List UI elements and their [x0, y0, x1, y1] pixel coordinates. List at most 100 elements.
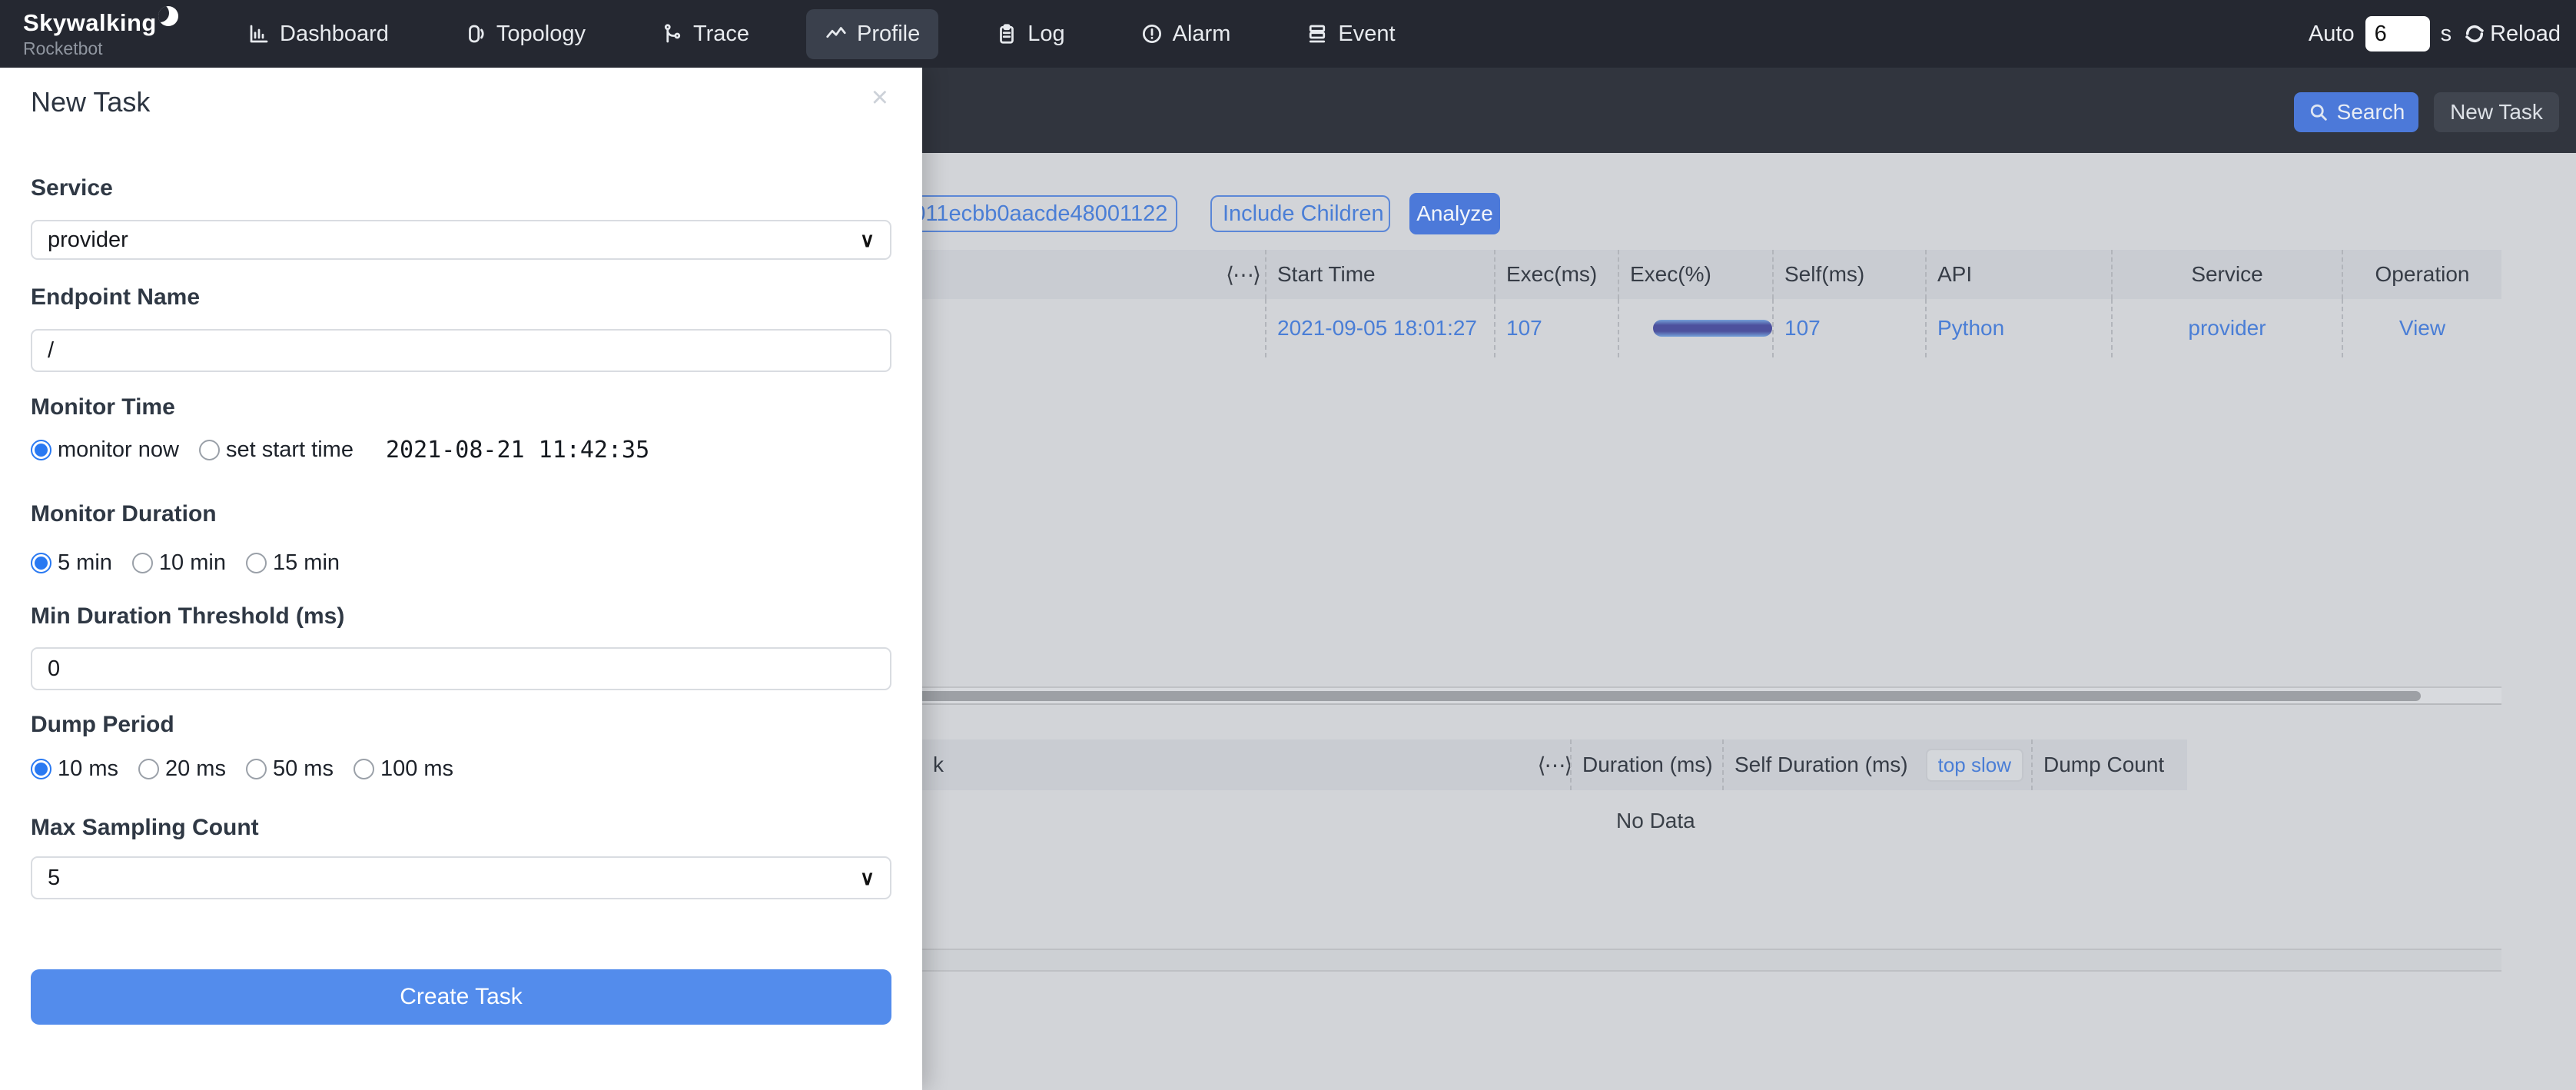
- min-threshold-label: Min Duration Threshold (ms): [31, 603, 344, 630]
- monitor-duration-label: Monitor Duration: [31, 501, 217, 527]
- max-sampling-value: 5: [48, 866, 60, 891]
- auto-label: Auto: [2309, 22, 2355, 47]
- radio-20-ms[interactable]: 20 ms: [138, 756, 226, 782]
- radio-label: 20 ms: [165, 756, 226, 782]
- analyze-button[interactable]: Analyze: [1409, 193, 1500, 234]
- view-link[interactable]: View: [2342, 299, 2501, 357]
- service-value: provider: [48, 228, 128, 253]
- brand-subtitle: Rocketbot: [23, 38, 207, 59]
- log-icon: [995, 22, 1018, 45]
- radio-15-min[interactable]: 15 min: [246, 550, 340, 576]
- radio-5-min[interactable]: 5 min: [31, 550, 112, 576]
- monitor-time-label: Monitor Time: [31, 394, 175, 420]
- cell-service: provider: [2111, 299, 2342, 357]
- max-sampling-label: Max Sampling Count: [31, 815, 259, 841]
- create-task-button[interactable]: Create Task: [31, 969, 891, 1025]
- nav-label: Profile: [857, 22, 920, 47]
- radio-label: 15 min: [273, 550, 340, 576]
- logo-crescent-icon: [158, 6, 178, 26]
- column-expand-toggle[interactable]: ⟨⋯⟩: [1539, 739, 1570, 790]
- radio-50-ms[interactable]: 50 ms: [246, 756, 334, 782]
- cell-exec-pct: [1618, 299, 1772, 357]
- new-task-button[interactable]: New Task: [2434, 92, 2559, 132]
- nav-item-log[interactable]: Log: [977, 9, 1083, 59]
- reload-button[interactable]: Reload: [2462, 22, 2561, 47]
- nav-item-trace[interactable]: Trace: [642, 9, 768, 59]
- radio-unselected-icon: [246, 759, 267, 779]
- col-dump-count: Dump Count: [2031, 739, 2187, 790]
- radio-selected-icon: [31, 553, 51, 573]
- start-time-value[interactable]: 2021-08-21 11:42:35: [386, 437, 649, 464]
- auto-interval-input[interactable]: [2365, 16, 2430, 52]
- cell-self-ms: 107: [1772, 299, 1925, 357]
- nav-label: Topology: [496, 22, 586, 47]
- new-task-modal: New Task × Service provider ∨ Endpoint N…: [0, 68, 922, 1090]
- endpoint-input[interactable]: [31, 329, 891, 372]
- top-navbar: Skywalking Rocketbot Dashboard Topology …: [0, 0, 2576, 68]
- search-button[interactable]: Search: [2294, 92, 2418, 132]
- radio-unselected-icon: [199, 440, 220, 460]
- profile-stack-table: k ⟨⋯⟩ Duration (ms) Self Duration (ms) t…: [868, 739, 2187, 852]
- stack-table-hscrollbar[interactable]: [868, 949, 2501, 972]
- segment-table-header: ⟨⋯⟩ Start Time Exec(ms) Exec(%) Self(ms)…: [868, 250, 2501, 299]
- radio-100-ms[interactable]: 100 ms: [354, 756, 453, 782]
- include-children-value: Include Children: [1223, 201, 1384, 227]
- column-expand-toggle[interactable]: ⟨⋯⟩: [1220, 250, 1265, 299]
- nav-item-dashboard[interactable]: Dashboard: [229, 9, 407, 59]
- search-icon: [2308, 101, 2329, 123]
- radio-unselected-icon: [138, 759, 159, 779]
- partial-column-text: k: [933, 753, 944, 777]
- radio-label: 50 ms: [273, 756, 334, 782]
- no-data-text: No Data: [1616, 809, 1695, 833]
- radio-monitor-now[interactable]: monitor now: [31, 437, 179, 463]
- dump-period-label: Dump Period: [31, 712, 174, 738]
- trace-id-value: e3011ecbb0aacde48001122: [888, 201, 1167, 227]
- alarm-icon: [1140, 22, 1164, 45]
- expand-icon: ⟨⋯⟩: [1226, 262, 1260, 287]
- col-start-time: Start Time: [1265, 250, 1494, 299]
- radio-10-min[interactable]: 10 min: [132, 550, 226, 576]
- cell-start-time: 2021-09-05 18:01:27: [1265, 299, 1494, 357]
- radio-unselected-icon: [132, 553, 153, 573]
- top-slow-toggle[interactable]: top slow: [1926, 749, 2023, 782]
- hscrollbar-thumb[interactable]: [868, 691, 2421, 701]
- dashboard-icon: [247, 22, 271, 45]
- modal-title: New Task: [31, 86, 150, 118]
- nav-item-alarm[interactable]: Alarm: [1122, 9, 1250, 59]
- col-operation: Operation: [2342, 250, 2501, 299]
- radio-unselected-icon: [246, 553, 267, 573]
- brand-title: Skywalking: [23, 9, 157, 37]
- max-sampling-select[interactable]: 5 ∨: [31, 856, 891, 899]
- segment-table-hscrollbar: [868, 686, 2501, 705]
- close-icon[interactable]: ×: [871, 83, 888, 112]
- app-logo[interactable]: Skywalking Rocketbot: [23, 9, 207, 59]
- col-exec-pct: Exec(%): [1618, 250, 1772, 299]
- radio-set-start-time[interactable]: set start time: [199, 437, 354, 463]
- nav-label: Dashboard: [280, 22, 389, 47]
- nav-item-event[interactable]: Event: [1287, 9, 1413, 59]
- chevron-down-icon: ∨: [860, 228, 875, 252]
- radio-label: set start time: [226, 437, 354, 463]
- col-exec-ms: Exec(ms): [1494, 250, 1618, 299]
- col-stack-partial: k: [868, 739, 1539, 790]
- stack-table-header: k ⟨⋯⟩ Duration (ms) Self Duration (ms) t…: [868, 739, 2187, 790]
- skywalking-profile-page: Skywalking Rocketbot Dashboard Topology …: [0, 0, 2576, 1090]
- col-self-ms: Self(ms): [1772, 250, 1925, 299]
- profile-icon: [825, 22, 848, 45]
- include-children-select[interactable]: Include Children ∨: [1210, 195, 1390, 232]
- nav-item-topology[interactable]: Topology: [446, 9, 604, 59]
- reload-icon: [2462, 22, 2487, 46]
- nav-label: Alarm: [1173, 22, 1231, 47]
- min-threshold-input[interactable]: [31, 647, 891, 690]
- reload-label: Reload: [2490, 22, 2561, 47]
- col-service: Service: [2111, 250, 2342, 299]
- segment-table-row[interactable]: 2021-09-05 18:01:27 107 107 Python provi…: [868, 299, 2501, 357]
- service-label: Service: [31, 175, 113, 201]
- nav-item-profile[interactable]: Profile: [806, 9, 938, 59]
- service-select[interactable]: provider ∨: [31, 220, 891, 260]
- radio-10-ms[interactable]: 10 ms: [31, 756, 118, 782]
- cell-exec-ms: 107: [1494, 299, 1618, 357]
- search-label: Search: [2337, 100, 2405, 125]
- main-nav: Dashboard Topology Trace Profile Log Ala…: [229, 9, 1414, 59]
- profile-segment-table: ⟨⋯⟩ Start Time Exec(ms) Exec(%) Self(ms)…: [868, 250, 2501, 357]
